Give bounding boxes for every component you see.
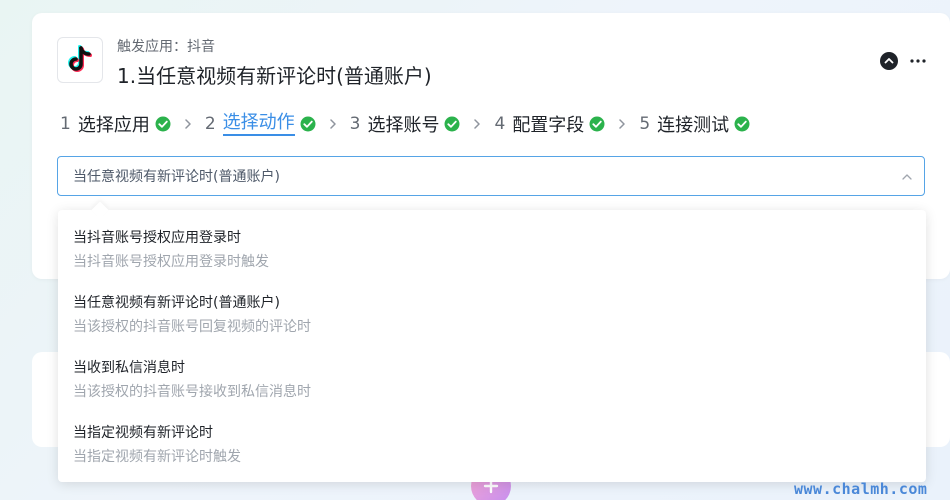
check-circle-icon [734, 116, 750, 132]
more-dots-icon [910, 59, 926, 63]
check-circle-icon [300, 116, 316, 132]
check-circle-icon [444, 116, 460, 132]
trigger-app-label: 触发应用：抖音 [117, 39, 215, 55]
trigger-event-dropdown: 当抖音账号授权应用登录时 当抖音账号授权应用登录时触发 当任意视频有新评论时(普… [58, 210, 926, 482]
step-select-action[interactable]: 2 选择动作 [205, 112, 316, 136]
trigger-title: 1.当任意视频有新评论时(普通账户) [117, 64, 432, 88]
step-configure-fields[interactable]: 4 配置字段 [494, 111, 605, 137]
option-description: 当指定视频有新评论时触发 [73, 449, 241, 465]
option-description: 当该授权的抖音账号回复视频的评论时 [73, 319, 311, 335]
option-description: 当该授权的抖音账号接收到私信消息时 [73, 384, 311, 400]
chevron-right-icon [618, 118, 626, 130]
dropdown-option[interactable]: 当抖音账号授权应用登录时 当抖音账号授权应用登录时触发 [58, 227, 926, 292]
check-circle-icon [155, 116, 171, 132]
step-select-app[interactable]: 1 选择应用 [60, 111, 171, 137]
chevron-up-icon [902, 174, 912, 180]
chevron-right-icon [184, 118, 192, 130]
step-number: 5 [639, 114, 651, 134]
dropdown-option[interactable]: 当收到私信消息时 当该授权的抖音账号接收到私信消息时 [58, 357, 926, 422]
step-label: 连接测试 [657, 115, 730, 136]
more-options-button[interactable] [907, 50, 929, 72]
step-number: 1 [60, 114, 71, 134]
option-title: 当任意视频有新评论时(普通账户) [73, 295, 280, 311]
option-title: 当收到私信消息时 [73, 360, 185, 376]
step-number: 2 [204, 114, 216, 134]
select-value: 当任意视频有新评论时(普通账户) [73, 169, 280, 185]
step-label: 选择应用 [77, 115, 150, 136]
chevron-up-icon [884, 58, 894, 64]
trigger-event-select[interactable]: 当任意视频有新评论时(普通账户) [57, 156, 925, 196]
step-label: 选择动作 [222, 112, 295, 136]
chevron-right-icon [329, 118, 337, 130]
chevron-right-icon [473, 118, 481, 130]
step-select-account[interactable]: 3 选择账号 [350, 111, 461, 137]
option-description: 当抖音账号授权应用登录时触发 [73, 254, 269, 270]
step-number: 3 [349, 114, 361, 134]
collapse-button[interactable] [880, 52, 898, 70]
dropdown-option[interactable]: 当任意视频有新评论时(普通账户) 当该授权的抖音账号回复视频的评论时 [58, 292, 926, 357]
step-number: 4 [494, 114, 506, 134]
check-circle-icon [589, 116, 605, 132]
dropdown-option[interactable]: 当指定视频有新评论时 当指定视频有新评论时触发 [58, 422, 926, 487]
step-label: 选择账号 [367, 115, 440, 136]
option-title: 当抖音账号授权应用登录时 [73, 230, 241, 246]
tiktok-logo-icon [57, 37, 103, 83]
watermark-text: www.chalmh.com [794, 480, 928, 498]
step-connection-test[interactable]: 5 连接测试 [639, 111, 750, 137]
step-label: 配置字段 [512, 115, 585, 136]
step-navigation: 1 选择应用 2 选择动作 3 选择账号 4 配置字段 5 连接测试 [60, 111, 750, 137]
option-title: 当指定视频有新评论时 [73, 425, 213, 441]
